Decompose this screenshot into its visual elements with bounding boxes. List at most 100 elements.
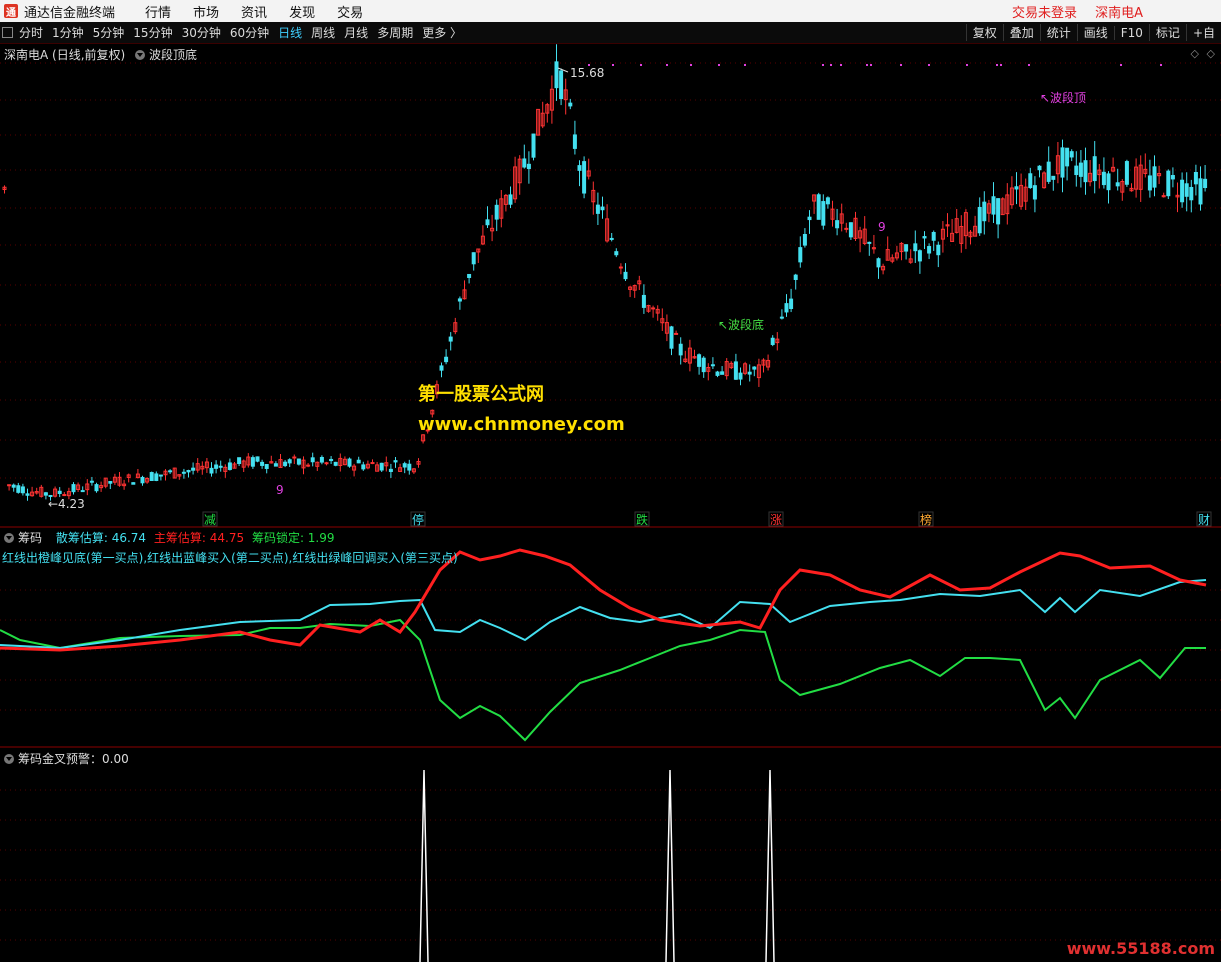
candle-body — [582, 161, 587, 194]
candle-body — [568, 102, 573, 107]
candle-body — [674, 332, 679, 335]
candle-body — [595, 204, 600, 214]
signal-dot — [996, 64, 998, 66]
candle-body — [209, 467, 214, 474]
candle-body — [720, 371, 725, 375]
candle-body — [572, 134, 577, 149]
candle-body — [526, 163, 531, 170]
candle-body — [214, 464, 219, 469]
candle-body — [931, 231, 936, 241]
candle-body — [522, 158, 527, 168]
candle-body — [1189, 186, 1194, 201]
candle-body — [1170, 175, 1175, 180]
candle-body — [936, 244, 941, 256]
signal-dot — [640, 64, 642, 66]
corner-watermark: www.55188.com — [1066, 939, 1215, 958]
main-panel-header: 深南电A (日线,前复权) 波段顶底 — [4, 46, 197, 63]
golden-cross-spike — [665, 769, 675, 962]
signal-dot — [900, 64, 902, 66]
signal-dot — [928, 64, 930, 66]
candle-body — [361, 464, 366, 470]
candle-body — [701, 357, 706, 373]
candle-body — [154, 473, 159, 481]
candle-body — [927, 246, 932, 254]
candle-body — [1092, 156, 1097, 182]
candle-body — [237, 457, 242, 465]
candle-body — [1115, 182, 1120, 187]
chip-panel-name[interactable]: 筹码 — [18, 531, 42, 545]
chart-canvas[interactable]: 15.68 ←4.23 ↖波段底 ↖波段顶 9 9 减 停 跌 涨 榜 财 — [0, 0, 1221, 962]
high-price-label: 15.68 — [570, 66, 604, 80]
golden-cross-spike — [765, 769, 775, 962]
candle-body — [738, 372, 743, 380]
candle-body — [802, 234, 807, 246]
candle-body — [1014, 186, 1019, 190]
candle-body — [752, 366, 757, 370]
candle-body — [821, 201, 826, 226]
candle-body — [448, 336, 453, 342]
candle-body — [62, 494, 67, 497]
candle-body — [494, 204, 499, 220]
candle-body — [131, 482, 136, 485]
chip-lines — [0, 548, 1207, 742]
wave-top-label: ↖波段顶 — [1040, 90, 1086, 105]
expand-icon[interactable]: ◇ — [1207, 47, 1215, 60]
candle-body — [618, 266, 623, 269]
signal-dot — [588, 64, 590, 66]
candle-body — [7, 484, 12, 487]
candle-body — [669, 326, 674, 349]
candle-body — [43, 492, 48, 496]
candle-body — [1152, 166, 1157, 188]
candle-body — [140, 476, 145, 484]
candle-body — [402, 463, 407, 468]
candle-body — [798, 247, 803, 263]
golden-cross-spike — [419, 769, 429, 962]
chart-markers: 15.68 ←4.23 ↖波段底 ↖波段顶 9 9 减 停 跌 涨 榜 财 — [48, 64, 1212, 527]
signal-dot — [840, 64, 842, 66]
diamond-icon[interactable]: ◇ — [1191, 47, 1199, 60]
candle-body — [439, 365, 444, 371]
candle-body — [733, 361, 738, 380]
golden-cross-spikes — [419, 769, 775, 962]
candle-body — [158, 474, 163, 477]
signal-dot — [1160, 64, 1162, 66]
candle-body — [89, 480, 94, 483]
candle-body — [1203, 178, 1208, 189]
candle-body — [793, 274, 798, 280]
candle-body — [1069, 151, 1074, 158]
indicator-dropdown-icon[interactable] — [135, 50, 146, 60]
candle-body — [600, 206, 605, 211]
candle-body — [287, 459, 292, 464]
candle-body — [283, 461, 288, 467]
candle-body — [867, 241, 872, 244]
chip-description: 红线出橙峰见底(第一买点),红线出蓝峰买入(第二买点),红线出绿峰回调买入(第三… — [2, 551, 458, 565]
candle-body — [1065, 147, 1070, 167]
candle-body — [20, 486, 25, 494]
signal-dot — [866, 64, 868, 66]
candle-body — [977, 206, 982, 234]
candle-body — [1074, 165, 1079, 176]
candle-body — [559, 70, 564, 100]
signal-dot — [612, 64, 614, 66]
candle-body — [255, 456, 260, 462]
candle-body — [347, 458, 352, 467]
golden-dropdown-icon[interactable] — [4, 754, 14, 764]
candle-body — [324, 462, 329, 465]
candle-body — [789, 298, 794, 309]
san-chip-value: 散筹估算: 46.74 — [55, 531, 147, 545]
candle-body — [996, 198, 1001, 225]
candle-body — [250, 457, 255, 467]
candle-body — [982, 201, 987, 222]
signal-dot — [690, 64, 692, 66]
nine-count-label: 9 — [878, 220, 886, 234]
candle-body — [457, 298, 462, 302]
indicator-name[interactable]: 波段顶底 — [149, 48, 197, 62]
candle-body — [292, 456, 297, 459]
signal-dot — [822, 64, 824, 66]
candle-body — [508, 194, 513, 205]
chip-dropdown-icon[interactable] — [4, 533, 14, 543]
candle-body — [876, 258, 881, 268]
candle-body — [1124, 161, 1129, 185]
candle-body — [260, 461, 265, 466]
candle-body — [1147, 175, 1152, 191]
